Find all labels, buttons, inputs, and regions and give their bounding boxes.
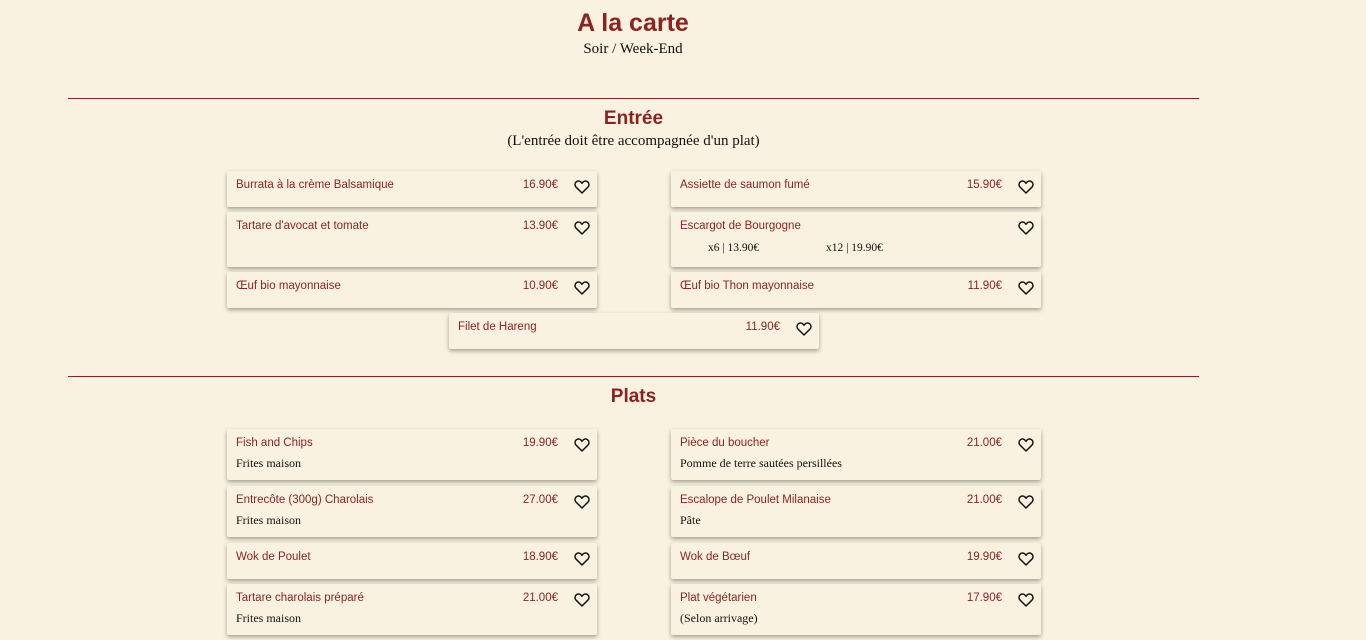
menu-item-name: Fish and Chips (236, 437, 313, 449)
page-subtitle: Soir / Week-End (583, 41, 683, 57)
menu-item-name: Filet de Hareng (458, 321, 537, 333)
page-title: A la carte (577, 9, 689, 37)
menu-item-description: Pomme de terre sautées persillées (680, 456, 842, 470)
menu-item-name: Œuf bio mayonnaise (236, 280, 341, 292)
section-note-entree: (L'entrée doit être accompagnée d'un pla… (507, 133, 760, 149)
menu-item-card[interactable]: Tartare d'avocat et tomate 13.90€ (227, 212, 597, 267)
heart-icon[interactable] (1018, 438, 1034, 452)
section-title-plats: Plats (610, 386, 657, 407)
heart-icon[interactable] (574, 281, 590, 295)
menu-item-description: Frites maison (236, 456, 301, 470)
heart-icon[interactable] (574, 221, 590, 235)
heart-icon[interactable] (574, 552, 590, 566)
menu-item-name: Entrecôte (300g) Charolais (236, 494, 374, 506)
menu-item-name: Escalope de Poulet Milanaise (680, 494, 831, 506)
menu-item-price: 21.00€ (966, 437, 1002, 449)
menu-item-price: 21.00€ (966, 494, 1002, 506)
menu-item-price: 21.00€ (522, 592, 558, 604)
menu-item-card[interactable]: Assiette de saumon fumé 15.90€ (671, 171, 1041, 207)
heart-icon[interactable] (1018, 281, 1034, 295)
menu-item-name: Burrata à la crème Balsamique (236, 179, 394, 191)
page-header: A la carte Soir / Week-End (0, 8, 1266, 59)
menu-item-variant: x12 | 19.90€ (826, 242, 883, 254)
menu-item-price: 11.90€ (967, 280, 1002, 292)
heart-icon[interactable] (1018, 552, 1034, 566)
heart-icon[interactable] (574, 593, 590, 607)
menu-item-variant: x6 | 13.90€ (708, 242, 760, 254)
heart-icon[interactable] (1018, 593, 1034, 607)
menu-item-price: 27.00€ (522, 494, 558, 506)
menu-item-card[interactable]: Fish and Chips 19.90€ Frites maison (227, 429, 597, 480)
menu-item-name: Tartare charolais préparé (236, 592, 364, 604)
heart-icon[interactable] (796, 322, 812, 336)
menu-item-name: Tartare d'avocat et tomate (236, 220, 369, 232)
menu-item-card[interactable]: Filet de Hareng 11.90€ (449, 313, 819, 349)
menu-item-price: 16.90€ (522, 179, 558, 191)
heart-icon[interactable] (574, 438, 590, 452)
menu-item-card[interactable]: Œuf bio Thon mayonnaise 11.90€ (671, 272, 1041, 308)
menu-item-name: Wok de Bœuf (680, 551, 751, 563)
menu-item-description: Frites maison (236, 513, 301, 527)
heart-icon[interactable] (574, 180, 590, 194)
menu-item-price: 11.90€ (745, 321, 780, 333)
menu-item-price: 10.90€ (522, 280, 558, 292)
menu-item-price: 15.90€ (966, 179, 1002, 191)
menu-item-name: Pièce du boucher (680, 437, 770, 449)
menu-item-price: 19.90€ (966, 551, 1002, 563)
menu-item-price: 19.90€ (522, 437, 558, 449)
menu-item-name: Wok de Poulet (236, 551, 311, 563)
section-divider (68, 98, 1199, 99)
menu-item-card[interactable]: Burrata à la crème Balsamique 16.90€ (227, 171, 597, 207)
menu-item-card[interactable]: Escargot de Bourgogne x6 | 13.90€ x12 | … (671, 212, 1041, 267)
menu-item-price: 17.90€ (966, 592, 1002, 604)
menu-item-card[interactable]: Tartare charolais préparé 21.00€ Frites … (227, 584, 597, 635)
menu-item-description: (Selon arrivage) (680, 611, 758, 625)
menu-item-card[interactable]: Plat végétarien 17.90€ (Selon arrivage) (671, 584, 1041, 635)
menu-item-name: Assiette de saumon fumé (680, 179, 810, 191)
heart-icon[interactable] (1018, 495, 1034, 509)
menu-item-card[interactable]: Escalope de Poulet Milanaise 21.00€ Pâte (671, 486, 1041, 537)
menu-item-card[interactable]: Entrecôte (300g) Charolais 27.00€ Frites… (227, 486, 597, 537)
menu-item-description: Frites maison (236, 611, 301, 625)
menu-item-name: Plat végétarien (680, 592, 757, 604)
menu-item-card[interactable]: Œuf bio mayonnaise 10.90€ (227, 272, 597, 308)
menu-item-price: 13.90€ (522, 220, 558, 232)
heart-icon[interactable] (1018, 180, 1034, 194)
menu-item-card[interactable]: Wok de Poulet 18.90€ (227, 543, 597, 579)
heart-icon[interactable] (1018, 221, 1034, 235)
menu-item-card[interactable]: Pièce du boucher 21.00€ Pomme de terre s… (671, 429, 1041, 480)
menu-item-price: 18.90€ (522, 551, 558, 563)
section-title-entree: Entrée (603, 108, 664, 129)
section-divider (68, 376, 1199, 377)
menu-item-name: Œuf bio Thon mayonnaise (680, 280, 815, 292)
heart-icon[interactable] (574, 495, 590, 509)
menu-item-name: Escargot de Bourgogne (680, 220, 801, 232)
menu-item-description: Pâte (680, 513, 701, 527)
menu-item-card[interactable]: Wok de Bœuf 19.90€ (671, 543, 1041, 579)
